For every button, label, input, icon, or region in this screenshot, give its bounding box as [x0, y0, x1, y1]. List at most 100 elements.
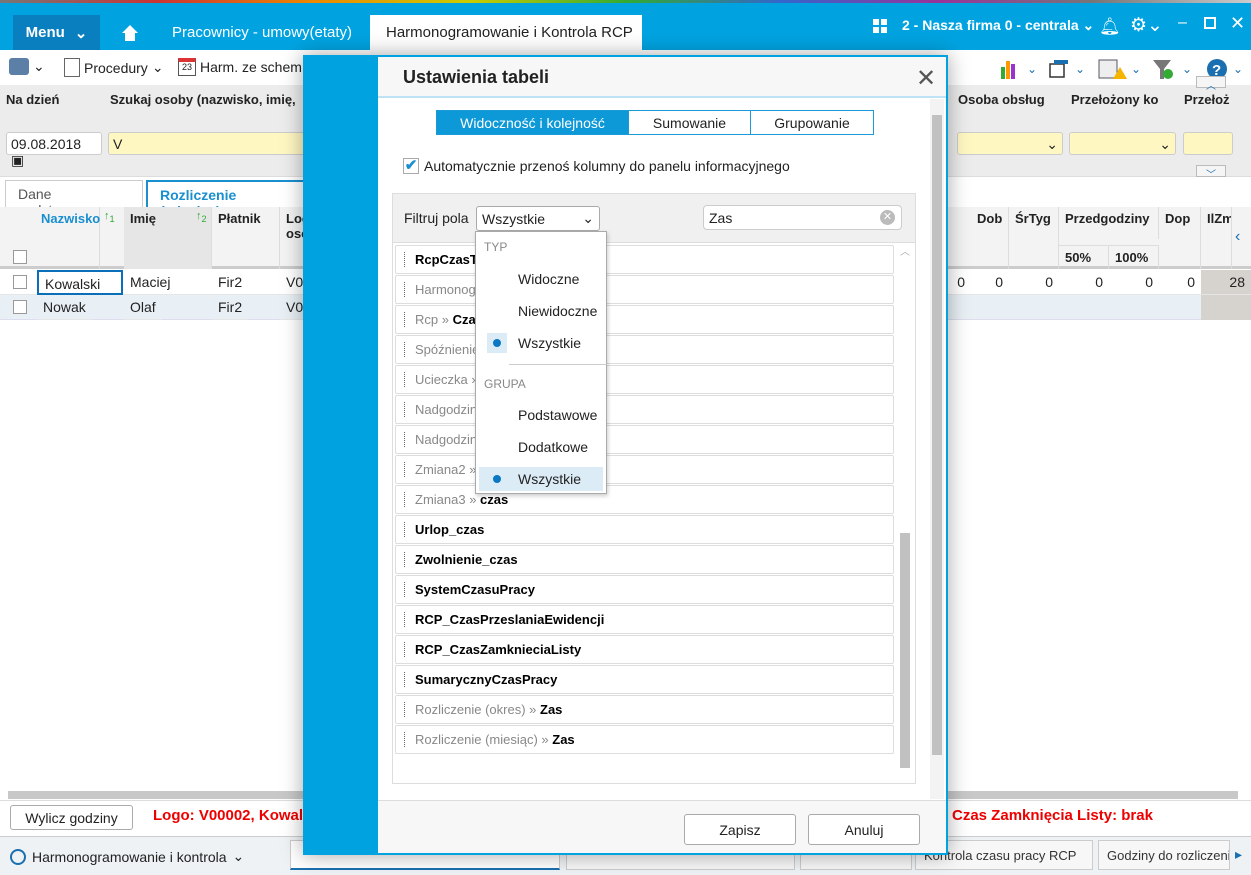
scroll-left-icon[interactable]: ‹: [1235, 228, 1240, 246]
field-row[interactable]: Nadgodzin: [395, 395, 894, 424]
option-grupa-wszystkie[interactable]: Wszystkie: [518, 471, 581, 487]
field-row[interactable]: Zmiana3 » czas: [395, 485, 894, 514]
search-person-input[interactable]: V: [108, 132, 308, 155]
home-icon[interactable]: [121, 24, 139, 45]
osoba-obslug-select[interactable]: ⌄: [957, 132, 1063, 155]
field-row[interactable]: RCP_CzasZamknieciaListy: [395, 635, 894, 664]
chart-icon[interactable]: ⌄: [1001, 59, 1041, 82]
gear-icon[interactable]: ⚙⌄: [1130, 14, 1163, 37]
drag-handle-icon[interactable]: [404, 522, 407, 537]
field-row[interactable]: Harmonog: [395, 275, 894, 304]
field-row[interactable]: Urlop_czas: [395, 515, 894, 544]
field-row[interactable]: Rcp » Czas: [395, 305, 894, 334]
option-podstawowe[interactable]: Podstawowe: [518, 407, 597, 423]
date-input[interactable]: 09.08.2018 ▣: [6, 132, 102, 168]
filter-check-icon[interactable]: ⌄: [1152, 59, 1194, 84]
drag-handle-icon[interactable]: [404, 342, 407, 357]
field-row[interactable]: Rozliczenie (miesiąc) » Zas: [395, 725, 894, 754]
list-scrollbar[interactable]: ︿: [897, 243, 913, 783]
field-row[interactable]: RCP_CzasPrzeslaniaEwidencji: [395, 605, 894, 634]
menu-button[interactable]: Menu ⌄: [13, 15, 100, 50]
field-row[interactable]: Spóźnienie: [395, 335, 894, 364]
window-icon[interactable]: ⌄: [1049, 59, 1089, 82]
company-selector[interactable]: 2 - Nasza firma 0 - centrala ⌄: [902, 17, 1094, 34]
maximize-icon[interactable]: [1204, 17, 1216, 29]
col-przed-100[interactable]: 100%: [1109, 245, 1159, 269]
drag-handle-icon[interactable]: [404, 402, 407, 417]
drag-handle-icon[interactable]: [404, 312, 407, 327]
apps-grid-icon[interactable]: [873, 19, 887, 36]
drag-handle-icon[interactable]: [404, 282, 407, 297]
settings-warning-icon[interactable]: ⌄: [1098, 59, 1143, 84]
col-nazwisko[interactable]: Nazwisko: [35, 207, 100, 269]
col-przed-50[interactable]: 50%: [1059, 245, 1109, 269]
przelozony2-select[interactable]: [1183, 132, 1233, 155]
drag-handle-icon[interactable]: [404, 372, 407, 387]
field-search-input[interactable]: Zas ✕: [703, 205, 902, 230]
procedury-button[interactable]: Procedury ⌄: [64, 58, 164, 77]
scroll-up-button[interactable]: ︿: [1196, 76, 1226, 92]
drag-handle-icon[interactable]: [404, 612, 407, 627]
col-dob[interactable]: Dob: [971, 207, 1009, 269]
tab-pracownicy[interactable]: Pracownicy - umowy(etaty): [172, 24, 352, 41]
drag-handle-icon[interactable]: [404, 492, 407, 507]
segment-grupowanie[interactable]: Grupowanie: [750, 110, 874, 135]
col-srtyg[interactable]: ŚrTyg: [1009, 207, 1059, 269]
col-dop[interactable]: Dop: [1159, 207, 1201, 269]
drag-handle-icon[interactable]: [404, 432, 407, 447]
filter-select[interactable]: Wszystkie ⌄: [476, 206, 600, 231]
drag-handle-icon[interactable]: [404, 582, 407, 597]
option-widoczne[interactable]: Widoczne: [518, 271, 579, 287]
option-dodatkowe[interactable]: Dodatkowe: [518, 439, 588, 455]
field-row[interactable]: SystemCzasuPracy: [395, 575, 894, 604]
field-row[interactable]: Zwolnienie_czas: [395, 545, 894, 574]
col-platnik[interactable]: Płatnik: [212, 207, 280, 269]
option-typ-wszystkie[interactable]: Wszystkie: [518, 335, 581, 351]
cancel-button[interactable]: Anuluj: [808, 814, 920, 845]
drag-handle-icon[interactable]: [404, 672, 407, 687]
auto-move-checkbox[interactable]: ✔: [403, 158, 419, 174]
przelozony-select[interactable]: ⌄: [1069, 132, 1176, 155]
minimize-icon[interactable]: –: [1178, 14, 1187, 32]
close-icon[interactable]: ✕: [916, 64, 936, 93]
tab-rozliczenie-miesiac[interactable]: Rozliczenie (miesiąc): [146, 180, 306, 219]
field-row[interactable]: RcpCzasTr: [395, 245, 894, 274]
drag-handle-icon[interactable]: [404, 252, 407, 267]
drag-handle-icon[interactable]: [404, 642, 407, 657]
tab-harmonogramowanie[interactable]: Harmonogramowanie i Kontrola RCP: [370, 15, 642, 51]
clear-search-icon[interactable]: ✕: [880, 210, 895, 225]
save-button[interactable]: Zapisz: [684, 814, 796, 845]
drag-handle-icon[interactable]: [404, 732, 407, 747]
dialog-scrollbar[interactable]: [930, 99, 944, 799]
field-row[interactable]: Ucieczka »: [395, 365, 894, 394]
drag-handle-icon[interactable]: [404, 552, 407, 567]
close-window-icon[interactable]: ✕: [1230, 13, 1245, 34]
drag-handle-icon[interactable]: [404, 702, 407, 717]
wylicz-godziny-button[interactable]: Wylicz godziny: [10, 805, 133, 830]
field-row[interactable]: Rozliczenie (okres) » Zas: [395, 695, 894, 724]
drag-handle-icon[interactable]: [404, 462, 407, 477]
module-selector[interactable]: Harmonogramowanie i kontrola ⌄: [10, 848, 244, 865]
field-row[interactable]: Zmiana2 »: [395, 455, 894, 484]
segment-sumowanie[interactable]: Sumowanie: [628, 110, 751, 135]
col-ilzm[interactable]: IlZm: [1201, 207, 1232, 269]
field-row[interactable]: SumarycznyCzasPracy: [395, 665, 894, 694]
segment-widocznosc[interactable]: Widoczność i kolejność: [436, 110, 629, 135]
scroll-right-icon[interactable]: ▸: [1235, 846, 1242, 863]
field-prefix: Zmiana2 »: [415, 462, 477, 477]
col-przedgodziny[interactable]: Przedgodziny: [1059, 207, 1159, 239]
select-all-checkbox[interactable]: [13, 250, 27, 264]
tab-dane-podstawowe[interactable]: Dane podstawowe: [5, 180, 143, 218]
row-checkbox[interactable]: [13, 275, 27, 289]
taskbar-tab[interactable]: Godziny do rozliczenia: [1098, 840, 1230, 870]
procedure-icon: [64, 58, 80, 77]
option-niewidoczne[interactable]: Niewidoczne: [518, 303, 597, 319]
print-button[interactable]: ⌄: [9, 58, 45, 75]
svg-text:⌄: ⌄: [1075, 62, 1085, 76]
bell-icon[interactable]: 🔔︎: [1099, 17, 1121, 37]
cell-nazwisko[interactable]: Kowalski: [37, 270, 123, 295]
harm-button[interactable]: 23 Harm. ze schem.: [178, 58, 306, 76]
row-checkbox[interactable]: [13, 300, 27, 314]
field-row[interactable]: Nadgodzin: [395, 425, 894, 454]
scroll-down-button[interactable]: ﹀: [1196, 165, 1226, 181]
